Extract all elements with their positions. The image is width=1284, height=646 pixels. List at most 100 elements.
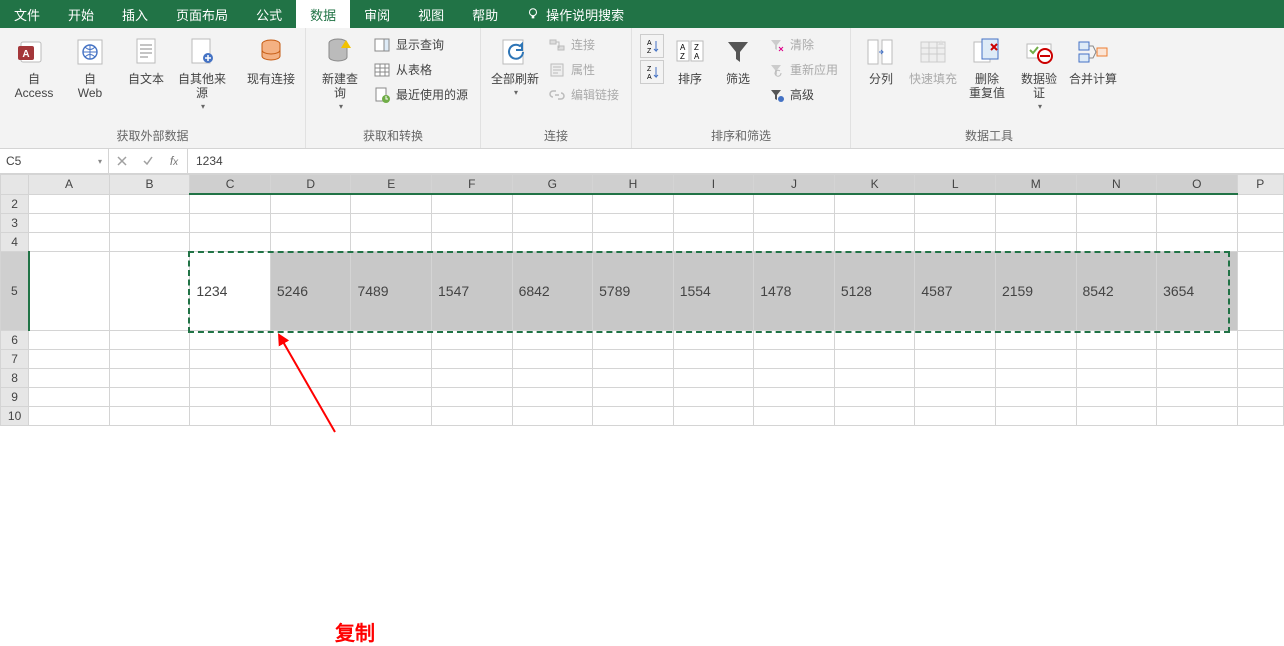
refresh-all-icon [499, 36, 531, 68]
tab-formulas[interactable]: 公式 [242, 0, 296, 28]
row-header[interactable]: 9 [1, 388, 29, 407]
col-header[interactable]: F [432, 175, 513, 195]
formula-input[interactable]: 1234 [188, 149, 1284, 173]
tab-help[interactable]: 帮助 [458, 0, 512, 28]
name-box[interactable]: C5 ▾ [0, 149, 109, 173]
clear-filter-button[interactable]: 清除 [764, 34, 842, 55]
svg-text:Z: Z [694, 43, 699, 52]
row-header[interactable]: 10 [1, 407, 29, 426]
cell[interactable]: 1547 [432, 252, 513, 331]
sort-desc-button[interactable]: ZA [640, 60, 664, 84]
row-header[interactable]: 8 [1, 369, 29, 388]
row-header[interactable]: 4 [1, 233, 29, 252]
col-header[interactable]: B [109, 175, 190, 195]
remove-duplicates-button[interactable]: 删除 重复值 [963, 32, 1011, 100]
reapply-button[interactable]: 重新应用 [764, 59, 842, 80]
row-header[interactable]: 2 [1, 194, 29, 214]
existing-connections-button[interactable]: 现有连接 [245, 32, 297, 86]
tab-insert[interactable]: 插入 [108, 0, 162, 28]
tab-review[interactable]: 审阅 [350, 0, 404, 28]
from-text-button[interactable]: 自文本 [120, 32, 172, 86]
grid[interactable]: A B C D E F G H I J K L M N O P 2 3 4 5 … [0, 174, 1284, 426]
col-header[interactable]: D [270, 175, 351, 195]
col-header[interactable]: E [351, 175, 432, 195]
tell-me-label: 操作说明搜索 [546, 5, 624, 24]
from-web-button[interactable]: 自 Web [64, 32, 116, 100]
filter-icon [722, 36, 754, 68]
insert-function-button[interactable]: fx [161, 154, 187, 168]
cell[interactable]: 4587 [915, 252, 996, 331]
data-validation-button[interactable]: 数据验 证▾ [1015, 32, 1063, 114]
filter-label: 筛选 [726, 72, 750, 86]
col-header[interactable]: N [1076, 175, 1157, 195]
filter-button[interactable]: 筛选 [716, 32, 760, 86]
cell[interactable]: 1234 [190, 252, 271, 331]
cell[interactable]: 5128 [834, 252, 915, 331]
flash-fill-button[interactable]: 快速填充 [907, 32, 959, 86]
refresh-all-button[interactable]: 全部刷新▾ [489, 32, 541, 100]
col-header[interactable]: P [1237, 175, 1283, 195]
from-table-button[interactable]: 从表格 [370, 59, 472, 80]
cell[interactable]: 2159 [995, 252, 1076, 331]
group-connections: 全部刷新▾ 连接 属性 编辑链接 连接 [481, 28, 632, 148]
cell[interactable]: 5789 [593, 252, 674, 331]
enter-formula-button[interactable] [135, 155, 161, 167]
cell[interactable]: 1478 [754, 252, 835, 331]
col-header[interactable]: K [834, 175, 915, 195]
menu-tabstrip: 文件 开始 插入 页面布局 公式 数据 审阅 视图 帮助 操作说明搜索 [0, 0, 1284, 28]
data-validation-label: 数据验 证 [1021, 72, 1057, 100]
connections-button[interactable]: 连接 [545, 34, 623, 55]
name-box-dropdown-icon[interactable]: ▾ [98, 157, 102, 166]
new-query-icon [324, 36, 356, 68]
cell[interactable]: 3654 [1157, 252, 1238, 331]
col-header[interactable]: H [593, 175, 674, 195]
edit-links-button[interactable]: 编辑链接 [545, 84, 623, 105]
col-header[interactable]: O [1157, 175, 1238, 195]
col-header[interactable]: G [512, 175, 593, 195]
consolidate-button[interactable]: 合并计算 [1067, 32, 1119, 86]
col-header[interactable]: M [995, 175, 1076, 195]
select-all-corner[interactable] [1, 175, 29, 195]
col-header[interactable]: J [754, 175, 835, 195]
cell[interactable]: 8542 [1076, 252, 1157, 331]
show-queries-label: 显示查询 [396, 36, 444, 53]
advanced-filter-button[interactable]: 高级 [764, 84, 842, 105]
sort-button[interactable]: AZZA 排序 [668, 32, 712, 86]
fx-icon: fx [170, 154, 178, 168]
col-header[interactable]: A [29, 175, 110, 195]
text-to-columns-button[interactable]: 分列 [859, 32, 903, 86]
row-header[interactable]: 3 [1, 214, 29, 233]
tab-view[interactable]: 视图 [404, 0, 458, 28]
access-icon: A [18, 36, 50, 68]
sort-asc-button[interactable]: AZ [640, 34, 664, 58]
cell[interactable]: 1554 [673, 252, 754, 331]
remove-duplicates-icon [971, 36, 1003, 68]
show-queries-button[interactable]: 显示查询 [370, 34, 472, 55]
tab-home[interactable]: 开始 [54, 0, 108, 28]
row-header[interactable]: 6 [1, 331, 29, 350]
col-header[interactable]: I [673, 175, 754, 195]
from-access-button[interactable]: A 自 Access [8, 32, 60, 100]
group-label-data-tools: 数据工具 [859, 125, 1119, 148]
consolidate-icon [1077, 36, 1109, 68]
cell[interactable]: 5246 [270, 252, 351, 331]
sort-asc-icon: AZ [644, 38, 660, 54]
cell[interactable]: 7489 [351, 252, 432, 331]
row-header[interactable]: 5 [1, 252, 29, 331]
col-header[interactable]: C [190, 175, 271, 195]
remove-duplicates-label: 删除 重复值 [969, 72, 1005, 100]
tab-page-layout[interactable]: 页面布局 [162, 0, 242, 28]
col-header[interactable]: L [915, 175, 996, 195]
tab-file[interactable]: 文件 [0, 0, 54, 28]
new-query-button[interactable]: 新建查 询▾ [314, 32, 366, 114]
row-header[interactable]: 7 [1, 350, 29, 369]
cancel-formula-button[interactable] [109, 155, 135, 167]
properties-button[interactable]: 属性 [545, 59, 623, 80]
flash-fill-label: 快速填充 [909, 72, 957, 86]
tell-me-search[interactable]: 操作说明搜索 [512, 0, 638, 28]
edit-links-label: 编辑链接 [571, 86, 619, 103]
from-other-sources-button[interactable]: 自其他来源▾ [176, 32, 228, 114]
tab-data[interactable]: 数据 [296, 0, 350, 28]
recent-sources-button[interactable]: 最近使用的源 [370, 84, 472, 105]
cell[interactable]: 6842 [512, 252, 593, 331]
